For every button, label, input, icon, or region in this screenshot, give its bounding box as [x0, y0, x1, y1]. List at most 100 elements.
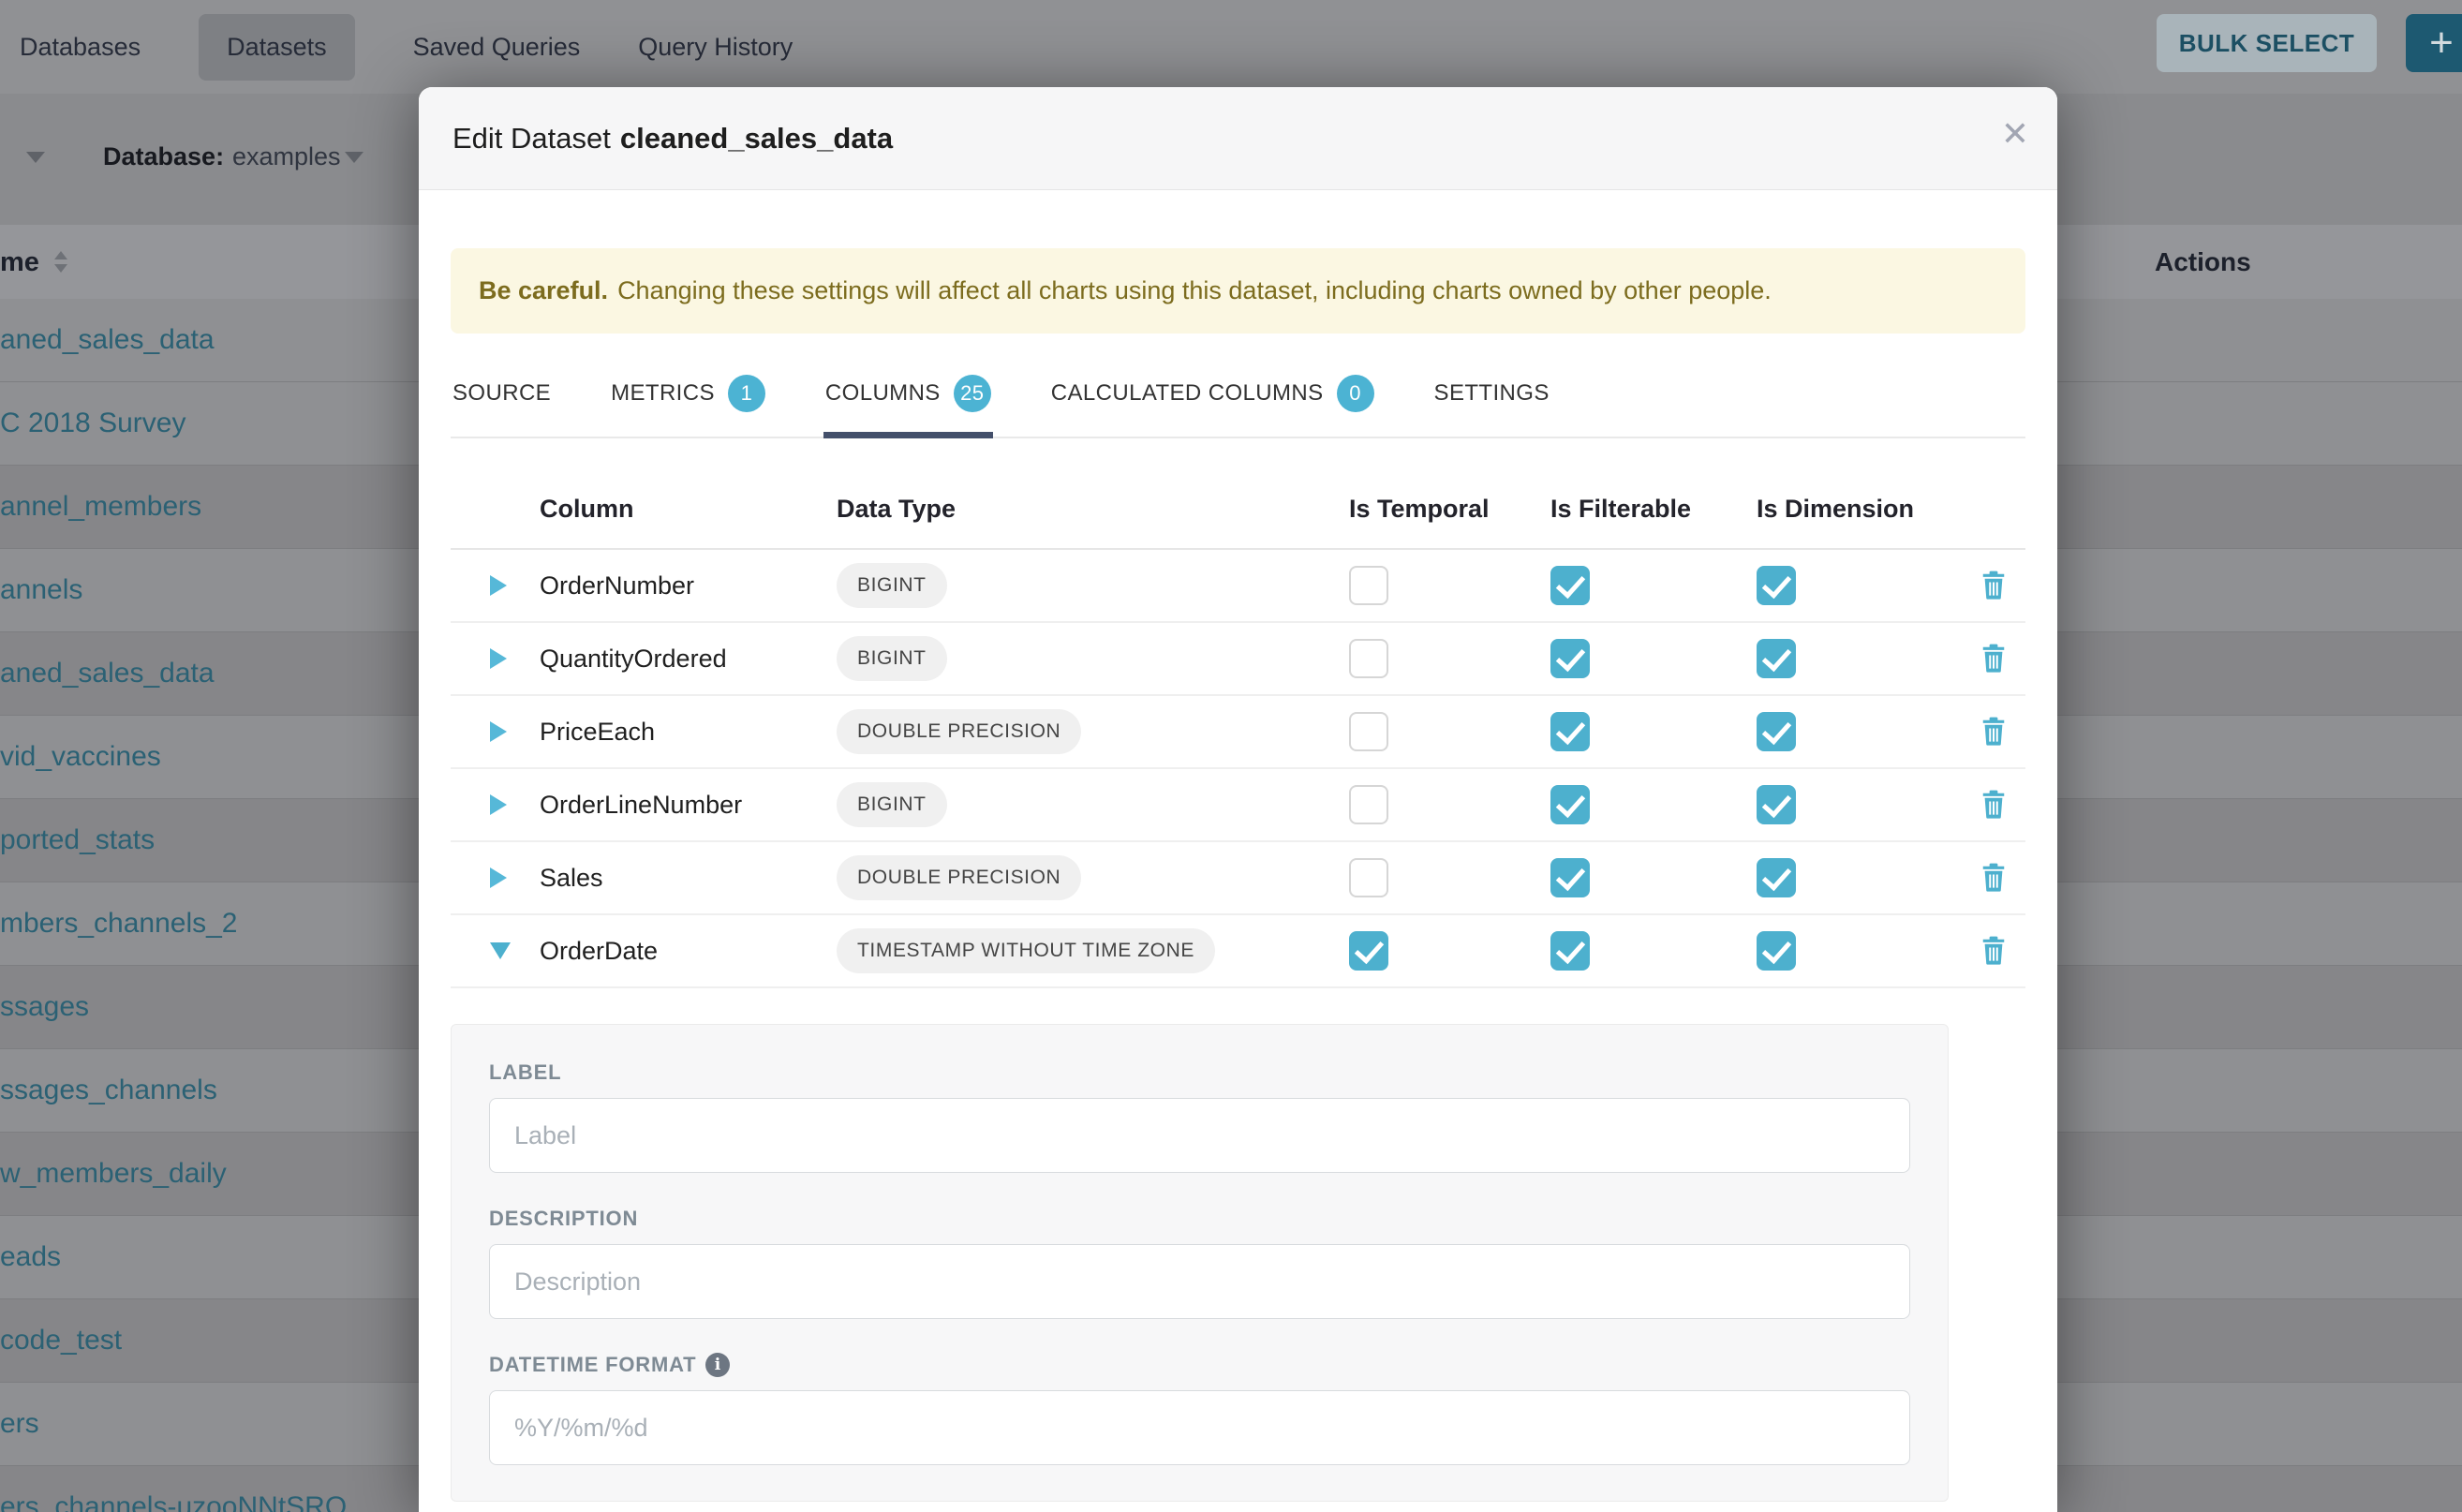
expand-caret-icon[interactable] — [490, 794, 507, 815]
tab-calculated-columns[interactable]: CALCULATED COLUMNS 0 — [1049, 356, 1376, 437]
is-dimension-checkbox[interactable] — [1757, 712, 1796, 751]
column-header: Column — [540, 495, 837, 524]
column-row-orderdate: OrderDateTIMESTAMP WITHOUT TIME ZONE — [451, 915, 2025, 988]
is-filterable-header: Is Filterable — [1550, 495, 1757, 524]
tab-settings[interactable]: SETTINGS — [1432, 356, 1551, 437]
warning-banner-bold: Be careful. — [479, 276, 608, 305]
column-row-ordernumber: OrderNumber BIGINT — [451, 550, 2025, 623]
data-type-pill: BIGINT — [837, 563, 947, 608]
is-filterable-checkbox[interactable] — [1550, 931, 1590, 971]
description-input[interactable] — [489, 1244, 1910, 1319]
tab-count-badge: 1 — [728, 375, 765, 412]
column-name: QuantityOrdered — [540, 645, 727, 674]
column-row-quantityordered: QuantityOrdered BIGINT — [451, 623, 2025, 696]
column-name: OrderDate — [540, 937, 658, 966]
tab-label: CALCULATED COLUMNS — [1051, 380, 1324, 407]
is-temporal-header: Is Temporal — [1349, 495, 1550, 524]
label-field-label: LABEL — [489, 1060, 1910, 1085]
is-dimension-header: Is Dimension — [1757, 495, 1980, 524]
name-column-header: me — [0, 247, 39, 278]
is-temporal-checkbox[interactable] — [1349, 712, 1388, 751]
is-dimension-checkbox[interactable] — [1757, 566, 1796, 605]
description-field-label: DESCRIPTION — [489, 1207, 1910, 1231]
tab-metrics[interactable]: METRICS 1 — [609, 356, 767, 437]
modal-title-prefix: Edit Dataset — [452, 122, 611, 155]
tab-source[interactable]: SOURCE — [451, 356, 553, 437]
close-icon[interactable]: ✕ — [2001, 117, 2029, 151]
tab-label: SOURCE — [452, 380, 551, 407]
column-row-priceeach: PriceEach DOUBLE PRECISION — [451, 696, 2025, 769]
warning-banner: Be careful. Changing these settings will… — [451, 248, 2025, 334]
is-dimension-checkbox[interactable] — [1757, 785, 1796, 824]
nav-item-databases[interactable]: Databases — [20, 14, 141, 81]
columns-table: Column Data Type Is Temporal Is Filterab… — [451, 452, 2025, 988]
delete-column-trash-icon[interactable] — [1980, 934, 2008, 969]
datetime-format-input[interactable] — [489, 1390, 1910, 1465]
label-input[interactable] — [489, 1098, 1910, 1173]
expand-caret-icon[interactable] — [490, 867, 507, 888]
column-name: PriceEach — [540, 718, 655, 747]
edit-dataset-modal: Edit Dataset cleaned_sales_data ✕ Be care… — [419, 87, 2057, 1512]
column-row-sales: Sales DOUBLE PRECISION — [451, 842, 2025, 915]
column-name: Sales — [540, 864, 603, 893]
tab-label: SETTINGS — [1434, 380, 1550, 407]
columns-table-header: Column Data Type Is Temporal Is Filterab… — [451, 452, 2025, 550]
is-temporal-checkbox[interactable] — [1349, 566, 1388, 605]
is-dimension-checkbox[interactable] — [1757, 639, 1796, 678]
data-type-pill: DOUBLE PRECISION — [837, 709, 1081, 754]
data-type-pill: DOUBLE PRECISION — [837, 855, 1081, 900]
info-icon[interactable]: i — [705, 1353, 730, 1377]
column-name: OrderLineNumber — [540, 791, 742, 820]
add-dataset-button[interactable]: + — [2406, 14, 2462, 72]
delete-column-trash-icon[interactable] — [1980, 715, 2008, 749]
expand-caret-icon[interactable] — [490, 575, 507, 596]
database-filter-value[interactable]: examples — [232, 142, 341, 171]
delete-column-trash-icon[interactable] — [1980, 861, 2008, 896]
is-filterable-checkbox[interactable] — [1550, 566, 1590, 605]
expand-caret-icon[interactable] — [490, 648, 507, 669]
is-filterable-checkbox[interactable] — [1550, 712, 1590, 751]
nav-item-saved-queries[interactable]: Saved Queries — [413, 14, 581, 81]
nav-item-datasets[interactable]: Datasets — [199, 14, 355, 81]
chevron-down-icon[interactable] — [26, 152, 45, 163]
column-name: OrderNumber — [540, 571, 694, 600]
is-temporal-checkbox[interactable] — [1349, 785, 1388, 824]
data-type-pill: BIGINT — [837, 636, 947, 681]
column-row-orderlinenumber: OrderLineNumber BIGINT — [451, 769, 2025, 842]
is-filterable-checkbox[interactable] — [1550, 639, 1590, 678]
data-type-header: Data Type — [837, 495, 1349, 524]
is-temporal-checkbox[interactable] — [1349, 639, 1388, 678]
warning-banner-text: Changing these settings will affect all … — [617, 276, 1772, 305]
chevron-down-icon[interactable] — [345, 152, 363, 163]
tab-count-badge: 0 — [1337, 375, 1374, 412]
background-nav-items: Databases Datasets Saved Queries Query Hist… — [0, 14, 793, 81]
delete-column-trash-icon[interactable] — [1980, 569, 2008, 603]
background-top-nav: Databases Datasets Saved Queries Query Hist… — [0, 0, 2462, 94]
delete-column-trash-icon[interactable] — [1980, 642, 2008, 676]
delete-column-trash-icon[interactable] — [1980, 788, 2008, 823]
sort-icon[interactable] — [54, 251, 67, 277]
is-temporal-checkbox[interactable] — [1349, 858, 1388, 897]
tab-label: COLUMNS — [825, 380, 941, 407]
modal-title: Edit Dataset cleaned_sales_data — [452, 122, 893, 156]
is-dimension-checkbox[interactable] — [1757, 858, 1796, 897]
data-type-pill: BIGINT — [837, 782, 947, 827]
is-temporal-checkbox[interactable] — [1349, 931, 1388, 971]
tab-columns[interactable]: COLUMNS 25 — [823, 356, 993, 437]
modal-body: Be careful. Changing these settings will… — [419, 248, 2057, 1502]
actions-column-header: Actions — [2155, 247, 2251, 277]
modal-tabs: SOURCE METRICS 1 COLUMNS 25 CALCULATED COLUMN… — [451, 356, 2025, 438]
is-filterable-checkbox[interactable] — [1550, 785, 1590, 824]
is-dimension-checkbox[interactable] — [1757, 931, 1796, 971]
nav-item-query-history[interactable]: Query History — [638, 14, 793, 81]
collapse-caret-icon[interactable] — [490, 942, 511, 959]
database-filter-label: Database: — [103, 142, 224, 171]
expand-caret-icon[interactable] — [490, 721, 507, 742]
bulk-select-button[interactable]: BULK SELECT — [2157, 14, 2377, 72]
is-filterable-checkbox[interactable] — [1550, 858, 1590, 897]
tab-count-badge: 25 — [954, 375, 991, 412]
datetime-format-field-label: DATETIME FORMAT i — [489, 1353, 1910, 1377]
modal-title-dataset-name: cleaned_sales_data — [620, 122, 893, 155]
datetime-format-label-text: DATETIME FORMAT — [489, 1353, 696, 1377]
tab-label: METRICS — [611, 380, 715, 407]
